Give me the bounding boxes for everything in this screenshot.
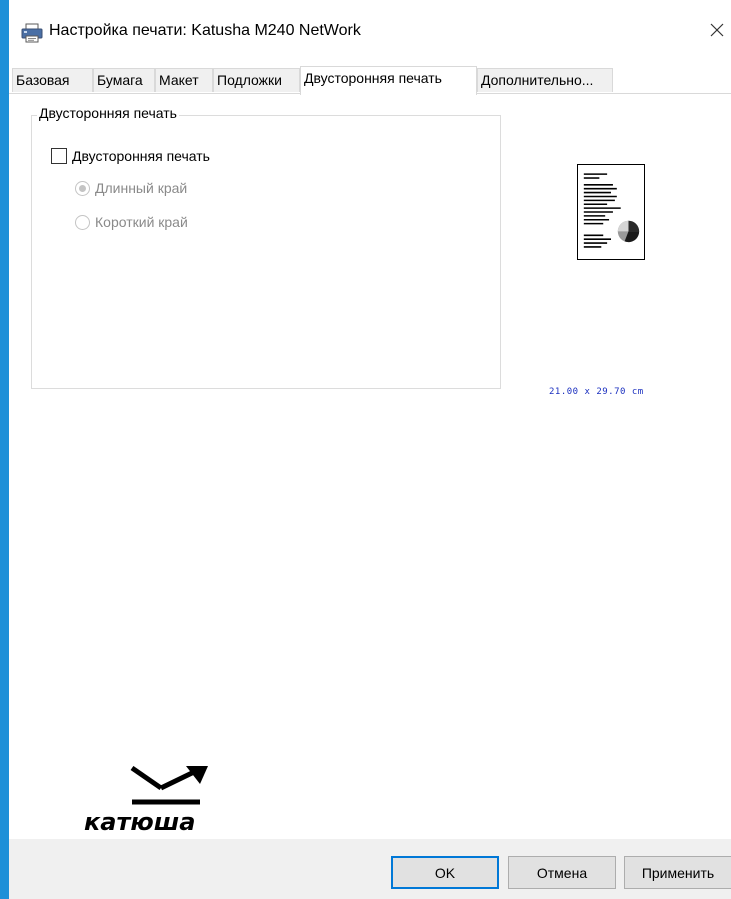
duplex-panel: Двусторонняя печать Двусторонняя печать … — [9, 94, 731, 839]
tab-paper[interactable]: Бумага — [93, 68, 155, 92]
window-border — [0, 0, 9, 899]
radio-short-edge-label: Короткий край — [95, 214, 188, 230]
radio-long-edge-label: Длинный край — [95, 180, 188, 196]
apply-button[interactable]: Применить — [624, 856, 731, 889]
tab-layout[interactable]: Макет — [155, 68, 213, 92]
duplex-checkbox-row[interactable]: Двусторонняя печать — [51, 146, 210, 166]
window-title: Настройка печати: Katusha M240 NetWork — [49, 22, 361, 39]
close-icon[interactable] — [707, 20, 727, 40]
radio-long-edge-row[interactable]: Длинный край — [75, 178, 187, 198]
tab-duplex[interactable]: Двусторонняя печать — [300, 66, 477, 95]
paper-size-label: 21.00 x 29.70 cm — [549, 387, 644, 397]
title-bar: Настройка печати: Katusha M240 NetWork — [9, 0, 731, 62]
groupbox-title: Двусторонняя печать — [37, 105, 179, 121]
duplex-checkbox-label: Двусторонняя печать — [72, 148, 210, 164]
tab-advanced[interactable]: Дополнительно... — [477, 68, 613, 92]
radio-short-edge[interactable] — [75, 214, 90, 230]
dialog-footer: OK Отмена Применить — [9, 839, 731, 899]
cancel-button[interactable]: Отмена — [508, 856, 616, 889]
duplex-checkbox[interactable] — [51, 148, 67, 164]
printer-icon — [21, 23, 43, 43]
radio-short-edge-row[interactable]: Короткий край — [75, 212, 188, 232]
tab-basic[interactable]: Базовая — [12, 68, 93, 92]
tab-strip: Базовая Бумага Макет Подложки Двусторонн… — [9, 66, 731, 95]
ok-button[interactable]: OK — [391, 856, 499, 889]
page-preview-thumbnail — [577, 164, 645, 260]
katusha-logo: катюша — [84, 766, 208, 836]
radio-long-edge[interactable] — [75, 180, 90, 196]
svg-text:катюша: катюша — [84, 808, 195, 836]
tab-watermarks[interactable]: Подложки — [213, 68, 300, 92]
